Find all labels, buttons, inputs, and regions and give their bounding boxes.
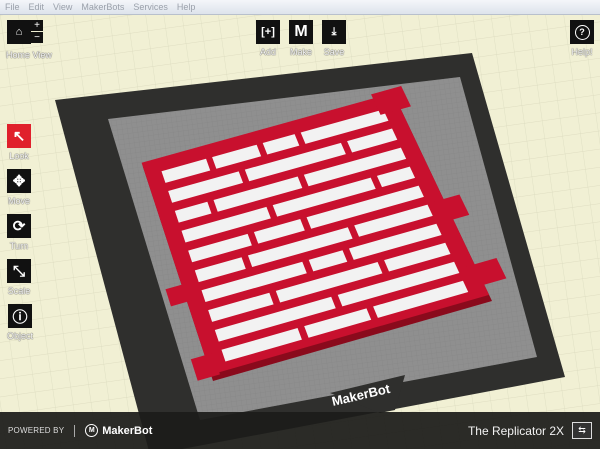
tool-scale[interactable]: ⤡ Scale <box>7 259 31 296</box>
footer-bar: POWERED BY M MakerBot The Replicator 2X ⇆ <box>0 412 600 449</box>
look-label: Look <box>9 151 29 161</box>
object-label: Object <box>7 331 34 341</box>
home-icon: ⌂ <box>7 20 31 44</box>
menu-view[interactable]: View <box>53 2 72 12</box>
printer-settings-icon[interactable]: ⇆ <box>572 422 592 439</box>
tool-turn[interactable]: ⟳ Turn <box>7 214 31 251</box>
add-label: Add <box>259 47 276 57</box>
tool-look[interactable]: ↖ Look <box>7 124 31 161</box>
scale-label: Scale <box>7 286 31 296</box>
menu-services[interactable]: Services <box>133 2 168 12</box>
home-view-button[interactable]: ⌂ <box>7 20 31 44</box>
zoom-in-button[interactable]: + <box>31 20 43 31</box>
tool-move[interactable]: ✥ Move <box>7 169 31 206</box>
help-label: Help! <box>571 47 593 57</box>
help-icon: ? <box>570 20 594 44</box>
menu-bar: File Edit View MakerBots Services Help <box>0 0 600 15</box>
printer-name[interactable]: The Replicator 2X <box>468 424 564 438</box>
zoom-out-button[interactable]: − <box>31 32 43 43</box>
look-icon: ↖ <box>7 124 31 148</box>
move-label: Move <box>7 196 30 206</box>
save-label: Save <box>323 47 345 57</box>
scale-icon: ⤡ <box>7 259 31 283</box>
brand-text: MakerBot <box>102 424 153 437</box>
turn-icon: ⟳ <box>7 214 31 238</box>
makerbot-brand: M MakerBot <box>85 424 152 437</box>
save-button[interactable]: ⤓ Save <box>322 20 346 57</box>
menu-edit[interactable]: Edit <box>29 2 45 12</box>
move-icon: ✥ <box>7 169 31 193</box>
turn-label: Turn <box>9 241 29 251</box>
add-button[interactable]: [+] Add <box>256 20 280 57</box>
add-icon: [+] <box>256 20 280 44</box>
powered-by-label: POWERED BY <box>8 426 65 435</box>
build-plate-viewport[interactable]: MakerBot <box>0 15 600 449</box>
tool-object[interactable]: ⓘ Object <box>7 304 33 341</box>
menu-help[interactable]: Help <box>177 2 196 12</box>
make-icon: M <box>289 20 313 44</box>
make-button[interactable]: M Make <box>289 20 313 57</box>
help-button[interactable]: ? Help! <box>570 20 594 57</box>
home-view-label: Home View <box>6 50 52 60</box>
make-label: Make <box>289 47 312 57</box>
menu-makerbots[interactable]: MakerBots <box>81 2 124 12</box>
menu-file[interactable]: File <box>5 2 20 12</box>
divider <box>74 424 76 437</box>
makerbot-logo-icon: M <box>85 424 99 437</box>
download-icon: ⤓ <box>322 20 346 44</box>
object-icon: ⓘ <box>8 304 32 328</box>
